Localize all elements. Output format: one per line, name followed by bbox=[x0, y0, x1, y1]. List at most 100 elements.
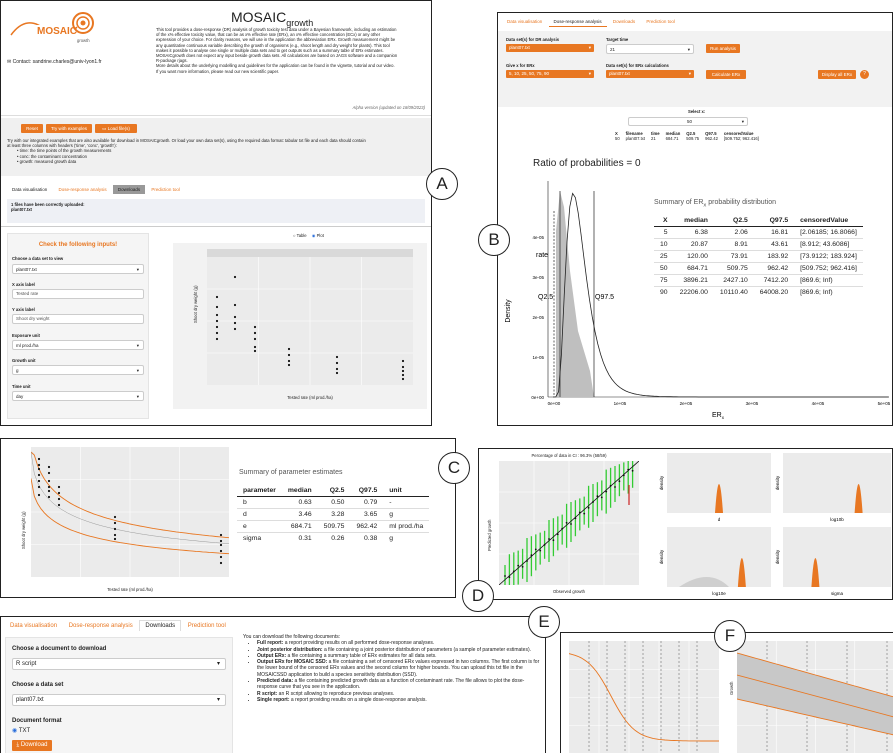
data-point bbox=[57, 497, 61, 501]
data-point bbox=[37, 493, 41, 497]
data-point bbox=[504, 575, 506, 577]
y-tick-label: 2e-05 bbox=[532, 315, 544, 320]
ds-label-e: Choose a data set bbox=[12, 682, 64, 688]
try-examples-button[interactable]: Try with examples bbox=[46, 124, 92, 133]
data-point bbox=[215, 305, 219, 309]
calculate-erx-button[interactable]: Calculate ERx bbox=[706, 70, 746, 79]
data-point bbox=[47, 495, 51, 499]
tab-dose-response[interactable]: Dose-response analysis bbox=[54, 185, 112, 194]
tab-downloads[interactable]: Downloads bbox=[608, 17, 640, 26]
tab-downloads[interactable]: Downloads bbox=[112, 185, 146, 194]
table-row: 75 3896.21 2427.10 7412.20 [869.6; Inf) bbox=[654, 274, 863, 287]
tab-dose-response[interactable]: Dose-response analysis bbox=[64, 621, 138, 631]
data-point bbox=[565, 521, 568, 524]
data-point bbox=[219, 555, 223, 559]
reset-button[interactable]: Reset bbox=[21, 124, 43, 133]
y-axis-label: Density bbox=[505, 299, 512, 323]
run-analysis-button[interactable]: Run analysis bbox=[706, 44, 740, 53]
logo-text: MOSAIC bbox=[37, 26, 77, 37]
exposure-unit-select[interactable]: ml prod./ha ▾ bbox=[12, 340, 144, 350]
fit-plot-area bbox=[30, 447, 230, 577]
ds2-select[interactable]: plant07.txt ▾ bbox=[606, 70, 694, 78]
doc-select[interactable]: R script ▾ bbox=[12, 658, 226, 670]
param-summary-title: Summary of parameter estimates bbox=[239, 469, 343, 476]
version-text: Alpha version (updated on 18/09/2023) bbox=[352, 105, 425, 110]
panel-a: MOSAIC growth ✉ Contact: sandrine.charle… bbox=[0, 0, 432, 426]
ds-select[interactable]: plant07.txt ▾ bbox=[506, 44, 594, 52]
xaxis-input[interactable]: Tested rate bbox=[12, 289, 144, 299]
caret-down-icon: ▾ bbox=[688, 71, 691, 76]
download-button[interactable]: ⤓ Download bbox=[12, 740, 52, 751]
panel-c: Shoot dry weight (g) Tested rate (ml pro… bbox=[0, 438, 456, 598]
data-point bbox=[570, 523, 572, 525]
upload-filename: plant07.txt bbox=[11, 207, 32, 213]
data-point bbox=[233, 321, 237, 325]
density-panel bbox=[783, 527, 891, 587]
data-point bbox=[219, 543, 223, 547]
data-point bbox=[215, 295, 219, 299]
ppc-xlabel: Observed growth bbox=[553, 589, 585, 594]
data-point bbox=[233, 327, 237, 331]
caret-down-icon: ▾ bbox=[588, 71, 591, 76]
format-radio-txt[interactable]: ◉ TXT bbox=[12, 728, 30, 736]
tab-prediction[interactable]: Prediction tool bbox=[146, 185, 185, 194]
label-d: D bbox=[462, 580, 494, 612]
data-point bbox=[37, 457, 41, 461]
panel-b: Data visualisation Dose-response analysi… bbox=[497, 12, 893, 426]
x-select[interactable]: 5, 10, 25, 50, 75, 90 ▾ bbox=[506, 70, 594, 78]
radio-table[interactable]: ○ Table bbox=[293, 233, 307, 238]
density-ylabel: density bbox=[659, 475, 664, 490]
tab-dose-response[interactable]: Dose-response analysis bbox=[548, 17, 607, 27]
yaxis-input[interactable]: Shoot dry weight bbox=[12, 314, 144, 324]
tab-prediction[interactable]: Prediction tool bbox=[183, 621, 231, 631]
load-files-button[interactable]: ▭ Load file(s) bbox=[95, 124, 137, 133]
radio-plot[interactable]: ◉ Plot bbox=[312, 233, 324, 238]
density-panel bbox=[783, 453, 891, 513]
data-point bbox=[253, 325, 257, 329]
data-point bbox=[253, 331, 257, 335]
data-point bbox=[219, 533, 223, 537]
panel-d: Percentage of data in CI : 96.3% (58/59)… bbox=[478, 448, 893, 600]
target-time-select[interactable]: 21 ▾ bbox=[606, 44, 694, 54]
y-tick-label: 0e+00 bbox=[531, 395, 544, 400]
time-unit-select[interactable]: day ▾ bbox=[12, 391, 144, 401]
tab-data-visualisation[interactable]: Data visualisation bbox=[7, 185, 52, 194]
ppc-ylabel: Predicted growth bbox=[487, 519, 492, 551]
table-row: sigma 0.31 0.26 0.38 g bbox=[237, 532, 430, 544]
data-point bbox=[287, 359, 291, 363]
label-b: B bbox=[478, 224, 510, 256]
tab-data-visualisation[interactable]: Data visualisation bbox=[502, 17, 547, 26]
ds-select-e[interactable]: plant07.txt ▾ bbox=[12, 694, 226, 706]
growth-unit-select[interactable]: g ▾ bbox=[12, 365, 144, 375]
data-point bbox=[47, 471, 51, 475]
tab-prediction[interactable]: Prediction tool bbox=[641, 17, 680, 26]
prediction-plot-right bbox=[736, 641, 893, 753]
data-point bbox=[253, 349, 257, 353]
help-icon[interactable]: ? bbox=[860, 70, 869, 79]
caret-down-icon: ▾ bbox=[741, 119, 744, 124]
data-point bbox=[401, 373, 405, 377]
tab-downloads[interactable]: Downloads bbox=[139, 620, 182, 631]
scatter-points bbox=[207, 257, 413, 385]
select-x-dropdown[interactable]: 50 ▾ bbox=[628, 117, 748, 126]
field-label-yaxis: Y axis label bbox=[12, 307, 35, 312]
data-point bbox=[47, 485, 51, 489]
logo-subtext: growth bbox=[77, 38, 90, 43]
dataset-select[interactable]: plant07.txt ▾ bbox=[12, 264, 144, 274]
data-point bbox=[219, 549, 223, 553]
display-all-erx-button[interactable]: Display all ERx bbox=[818, 70, 856, 79]
ratio-title: Ratio of probabilities = 0 bbox=[533, 158, 641, 169]
analysis-controls bbox=[498, 31, 892, 107]
tab-bar-e: Data visualisation Dose-response analysi… bbox=[5, 620, 231, 631]
data-point bbox=[37, 463, 41, 467]
density-ylabel: density bbox=[775, 475, 780, 490]
data-point bbox=[47, 479, 51, 483]
data-point bbox=[287, 347, 291, 351]
contact-line[interactable]: ✉ Contact: sandrine.charles@univ-lyon1.f… bbox=[7, 59, 102, 65]
tab-data-visualisation[interactable]: Data visualisation bbox=[5, 621, 62, 631]
field-label-growth: Growth unit bbox=[12, 358, 36, 363]
panel-e: Data visualisation Dose-response analysi… bbox=[0, 616, 546, 753]
x-tick-label: 5e+05 bbox=[878, 401, 891, 406]
data-point bbox=[534, 548, 537, 551]
data-point bbox=[335, 355, 339, 359]
